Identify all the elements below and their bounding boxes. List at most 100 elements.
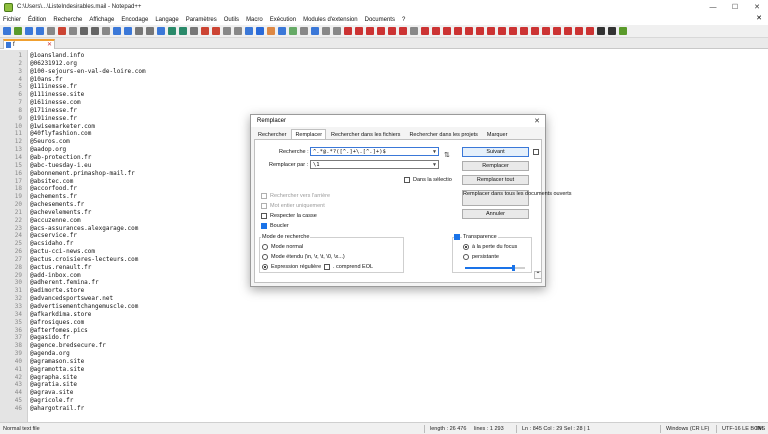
toolbar-button-icon[interactable] bbox=[333, 27, 341, 35]
editor-line[interactable]: 41 @agramotta.site bbox=[0, 366, 768, 374]
toolbar-button-icon[interactable] bbox=[234, 27, 242, 35]
toolbar-button-icon[interactable] bbox=[47, 27, 55, 35]
toolbar-button-icon[interactable] bbox=[388, 27, 396, 35]
wrap-around-checkbox[interactable] bbox=[261, 223, 267, 229]
dot-newline-checkbox[interactable] bbox=[324, 264, 330, 270]
toolbar-button-icon[interactable] bbox=[410, 27, 418, 35]
trans-always-radio[interactable] bbox=[463, 254, 469, 260]
editor-line[interactable]: 6 @111inesse.site bbox=[0, 91, 768, 99]
transparency-slider-thumb[interactable] bbox=[512, 265, 515, 271]
menu-documents[interactable]: Documents bbox=[365, 17, 395, 23]
toolbar-button-icon[interactable] bbox=[25, 27, 33, 35]
menu-encodage[interactable]: Encodage bbox=[121, 17, 148, 23]
toolbar-button-icon[interactable] bbox=[278, 27, 286, 35]
in-selection-checkbox[interactable] bbox=[404, 177, 410, 183]
toolbar-button-icon[interactable] bbox=[487, 27, 495, 35]
close-button[interactable]: ✕ bbox=[746, 0, 768, 14]
editor-line[interactable]: 2 @06231912.org bbox=[0, 60, 768, 68]
editor-line[interactable]: 44 @agrava.site bbox=[0, 389, 768, 397]
toolbar-button-icon[interactable] bbox=[190, 27, 198, 35]
menu-execution[interactable]: Exécution bbox=[270, 17, 296, 23]
editor-line[interactable]: 42 @agrapha.site bbox=[0, 374, 768, 382]
editor-line[interactable]: 46 @ahargotrail.fr bbox=[0, 405, 768, 413]
menu-recherche[interactable]: Recherche bbox=[53, 17, 82, 23]
menu-langage[interactable]: Langage bbox=[155, 17, 178, 23]
menu-parametres[interactable]: Paramètres bbox=[186, 17, 217, 23]
replace-button[interactable]: Remplacer bbox=[462, 161, 529, 171]
toolbar-button-icon[interactable] bbox=[91, 27, 99, 35]
toolbar-button-icon[interactable] bbox=[454, 27, 462, 35]
menu-macro[interactable]: Macro bbox=[246, 17, 263, 23]
menu-modules[interactable]: Modules d'extension bbox=[303, 17, 358, 23]
backward-checkbox[interactable] bbox=[261, 193, 267, 199]
menu-outils[interactable]: Outils bbox=[224, 17, 239, 23]
transparency-checkbox[interactable] bbox=[454, 234, 460, 240]
editor-line[interactable]: 45 @agricole.fr bbox=[0, 397, 768, 405]
toolbar-button-icon[interactable] bbox=[553, 27, 561, 35]
editor-line[interactable]: 31 @adimorte.store bbox=[0, 287, 768, 295]
menu-fichier[interactable]: Fichier bbox=[3, 17, 21, 23]
toolbar-button-icon[interactable] bbox=[289, 27, 297, 35]
editor-line[interactable]: 33 @advertisementchangemuscle.com bbox=[0, 303, 768, 311]
toolbar-button-icon[interactable] bbox=[168, 27, 176, 35]
toolbar-button-icon[interactable] bbox=[256, 27, 264, 35]
maximize-button[interactable]: ☐ bbox=[724, 0, 746, 14]
editor-line[interactable]: 43 @agratia.site bbox=[0, 381, 768, 389]
editor-line[interactable]: 34 @afkarkdima.store bbox=[0, 311, 768, 319]
toolbar-button-icon[interactable] bbox=[355, 27, 363, 35]
editor-line[interactable]: 35 @afrosiques.com bbox=[0, 319, 768, 327]
toolbar-button-icon[interactable] bbox=[476, 27, 484, 35]
toolbar-button-icon[interactable] bbox=[564, 27, 572, 35]
toolbar-button-icon[interactable] bbox=[3, 27, 11, 35]
toolbar-button-icon[interactable] bbox=[322, 27, 330, 35]
mode-extended-radio[interactable] bbox=[262, 254, 268, 260]
editor-line[interactable]: 38 @agence.bredsecure.fr bbox=[0, 342, 768, 350]
toolbar-button-icon[interactable] bbox=[399, 27, 407, 35]
replace-input[interactable]: \1 ▼ bbox=[310, 160, 439, 169]
toolbar-button-icon[interactable] bbox=[113, 27, 121, 35]
trans-lose-focus-radio[interactable] bbox=[463, 244, 469, 250]
replace-dropdown-icon[interactable]: ▼ bbox=[433, 161, 436, 168]
find-dropdown-icon[interactable]: ▼ bbox=[433, 148, 436, 155]
toolbar-button-icon[interactable] bbox=[443, 27, 451, 35]
toolbar-button-icon[interactable] bbox=[102, 27, 110, 35]
toolbar-button-icon[interactable] bbox=[69, 27, 77, 35]
find-next-button[interactable]: Suivant bbox=[462, 147, 529, 157]
toolbar-button-icon[interactable] bbox=[135, 27, 143, 35]
tab-close-icon[interactable]: ✕ bbox=[47, 41, 52, 48]
close-document-icon[interactable]: ✕ bbox=[756, 14, 762, 22]
mode-regex-radio[interactable] bbox=[262, 264, 268, 270]
cancel-button[interactable]: Annuler bbox=[462, 209, 529, 219]
toolbar-button-icon[interactable] bbox=[619, 27, 627, 35]
find-input[interactable]: ^.*@.*?([^.]+\.[^.]+)$ ▼ bbox=[310, 147, 439, 156]
toolbar-button-icon[interactable] bbox=[58, 27, 66, 35]
toolbar-button-icon[interactable] bbox=[212, 27, 220, 35]
toolbar-button-icon[interactable] bbox=[465, 27, 473, 35]
toolbar-button-icon[interactable] bbox=[575, 27, 583, 35]
find-next-option-checkbox[interactable] bbox=[533, 149, 539, 155]
toolbar-button-icon[interactable] bbox=[311, 27, 319, 35]
editor-line[interactable]: 5 @111inesse.fr bbox=[0, 83, 768, 91]
toolbar-button-icon[interactable] bbox=[377, 27, 385, 35]
replace-all-button[interactable]: Remplacer tout bbox=[462, 175, 529, 185]
toolbar-button-icon[interactable] bbox=[157, 27, 165, 35]
toolbar-button-icon[interactable] bbox=[432, 27, 440, 35]
tab-remplacer[interactable]: Remplacer bbox=[291, 129, 327, 139]
tab-rechercher-projets[interactable]: Rechercher dans les projets bbox=[405, 129, 481, 139]
tab-rechercher[interactable]: Rechercher bbox=[254, 129, 290, 139]
toolbar-button-icon[interactable] bbox=[608, 27, 616, 35]
toolbar-button-icon[interactable] bbox=[498, 27, 506, 35]
toolbar-button-icon[interactable] bbox=[509, 27, 517, 35]
collapse-dialog-icon[interactable]: ⌃ bbox=[534, 271, 542, 279]
document-tab[interactable]: f ✕ bbox=[3, 39, 55, 49]
toolbar-button-icon[interactable] bbox=[421, 27, 429, 35]
editor-line[interactable]: 37 @agasido.fr bbox=[0, 334, 768, 342]
whole-word-checkbox[interactable] bbox=[261, 203, 267, 209]
toolbar-button-icon[interactable] bbox=[14, 27, 22, 35]
editor-line[interactable]: 1 @1oansland.info bbox=[0, 52, 768, 60]
editor-line[interactable]: 40 @agramason.site bbox=[0, 358, 768, 366]
toolbar-button-icon[interactable] bbox=[245, 27, 253, 35]
replace-all-open-docs-button[interactable]: Remplacer dans tous les documents ouvert… bbox=[462, 190, 572, 206]
toolbar-button-icon[interactable] bbox=[80, 27, 88, 35]
minimize-button[interactable]: — bbox=[702, 0, 724, 14]
